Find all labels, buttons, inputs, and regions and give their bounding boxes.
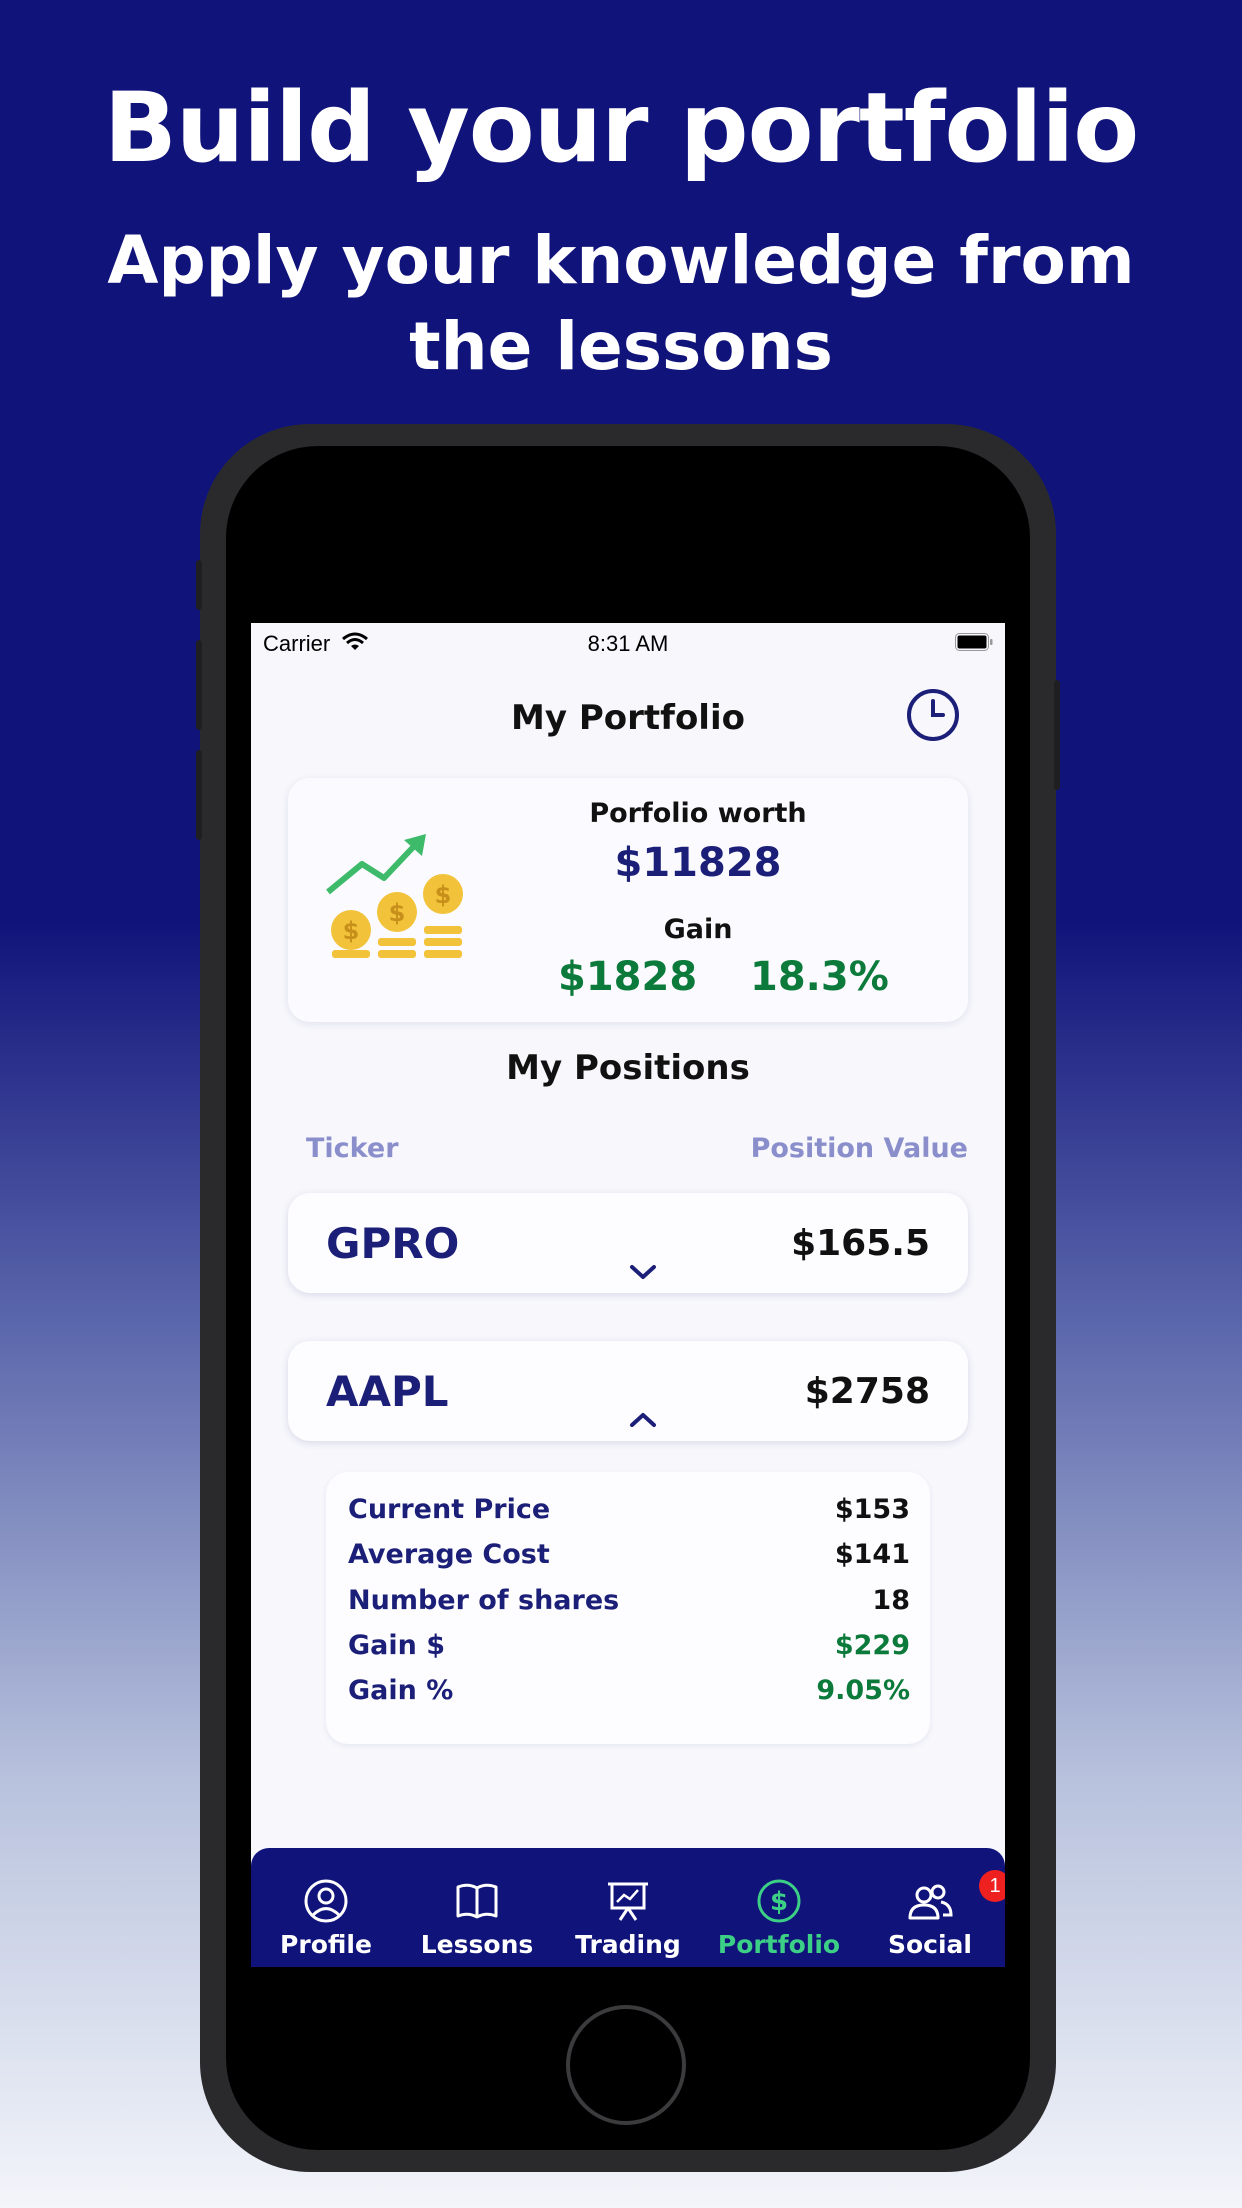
position-details-card: Current Price $153 Average Cost $141 Num… bbox=[326, 1472, 930, 1744]
detail-row-current-price: Current Price $153 bbox=[348, 1494, 910, 1534]
app-screen: Carrier 8:31 AM My Portfolio $ $ $ Porfo… bbox=[251, 623, 1005, 1967]
battery-icon bbox=[955, 633, 993, 651]
detail-row-gain-percent: Gain % 9.05% bbox=[348, 1675, 910, 1715]
detail-value: $153 bbox=[834, 1494, 910, 1525]
tab-label: Lessons bbox=[420, 1930, 534, 1959]
tab-profile[interactable]: Profile bbox=[251, 1848, 401, 1967]
tab-social[interactable]: Social 1 bbox=[855, 1848, 1005, 1967]
gain-label: Gain bbox=[663, 914, 733, 945]
ticker-column-header: Ticker bbox=[306, 1133, 399, 1164]
detail-row-average-cost: Average Cost $141 bbox=[348, 1539, 910, 1579]
positions-title: My Positions bbox=[506, 1048, 750, 1088]
tab-bar: Profile Lessons Trading $ Portfolio Soci… bbox=[251, 1848, 1005, 1967]
gain-percent: 18.3% bbox=[750, 954, 889, 1000]
position-value-column-header: Position Value bbox=[750, 1133, 968, 1164]
clock-icon[interactable] bbox=[905, 687, 961, 743]
chevron-down-icon[interactable] bbox=[628, 1263, 658, 1281]
position-value: $2758 bbox=[804, 1371, 930, 1412]
home-button[interactable] bbox=[566, 2005, 686, 2125]
tab-trading[interactable]: Trading bbox=[553, 1848, 703, 1967]
page-title: My Portfolio bbox=[511, 698, 745, 738]
user-circle-icon bbox=[304, 1879, 348, 1923]
presentation-chart-icon bbox=[608, 1882, 648, 1921]
position-card-aapl[interactable]: AAPL $2758 bbox=[288, 1341, 968, 1441]
position-value: $165.5 bbox=[791, 1223, 930, 1264]
mute-switch bbox=[196, 560, 202, 610]
detail-row-number-of-shares: Number of shares 18 bbox=[348, 1585, 910, 1625]
clock-time: 8:31 AM bbox=[587, 631, 669, 656]
volume-down-button bbox=[196, 750, 202, 840]
detail-value: 9.05% bbox=[816, 1675, 910, 1706]
gain-amount: $1828 bbox=[558, 954, 698, 1000]
tab-lessons[interactable]: Lessons bbox=[402, 1848, 552, 1967]
chevron-up-icon[interactable] bbox=[628, 1411, 658, 1429]
detail-label: Current Price bbox=[348, 1494, 551, 1525]
portfolio-worth-label: Porfolio worth bbox=[589, 798, 807, 829]
growth-coins-icon: $ $ $ bbox=[326, 834, 463, 958]
status-bar: Carrier 8:31 AM bbox=[251, 623, 1005, 663]
detail-value: 18 bbox=[872, 1585, 910, 1616]
detail-label: Average Cost bbox=[348, 1539, 550, 1570]
tab-label: Social bbox=[887, 1930, 972, 1959]
position-ticker: GPRO bbox=[326, 1219, 460, 1268]
tab-label: Portfolio bbox=[717, 1930, 841, 1959]
notification-badge: 1 bbox=[979, 1870, 1005, 1902]
volume-up-button bbox=[196, 640, 202, 730]
portfolio-summary-card: $ $ $ Porfolio worth $11828 Gain $1828 1… bbox=[288, 778, 968, 1022]
promo-headline: Build your portfolio bbox=[103, 72, 1140, 184]
detail-label: Gain % bbox=[348, 1675, 454, 1706]
dollar-circle-icon: $ bbox=[757, 1879, 801, 1923]
detail-value: $229 bbox=[834, 1630, 910, 1661]
svg-text:$: $ bbox=[770, 1887, 788, 1917]
svg-text:$: $ bbox=[435, 881, 452, 909]
tab-label: Profile bbox=[280, 1930, 372, 1959]
detail-value: $141 bbox=[834, 1539, 910, 1570]
portfolio-worth-value: $11828 bbox=[614, 840, 782, 886]
svg-text:$: $ bbox=[389, 899, 406, 927]
users-icon bbox=[908, 1884, 953, 1920]
position-card-gpro[interactable]: GPRO $165.5 bbox=[288, 1193, 968, 1293]
tab-portfolio[interactable]: $ Portfolio bbox=[704, 1848, 854, 1967]
detail-row-gain-dollar: Gain $ $229 bbox=[348, 1630, 910, 1670]
book-icon bbox=[456, 1883, 498, 1919]
promo-subline: Apply your knowledge from the lessons bbox=[107, 222, 1135, 385]
svg-text:$: $ bbox=[343, 917, 360, 945]
power-button bbox=[1054, 680, 1060, 790]
detail-label: Gain $ bbox=[348, 1630, 446, 1661]
position-ticker: AAPL bbox=[326, 1367, 449, 1416]
tab-label: Trading bbox=[575, 1930, 681, 1959]
detail-label: Number of shares bbox=[348, 1585, 620, 1616]
